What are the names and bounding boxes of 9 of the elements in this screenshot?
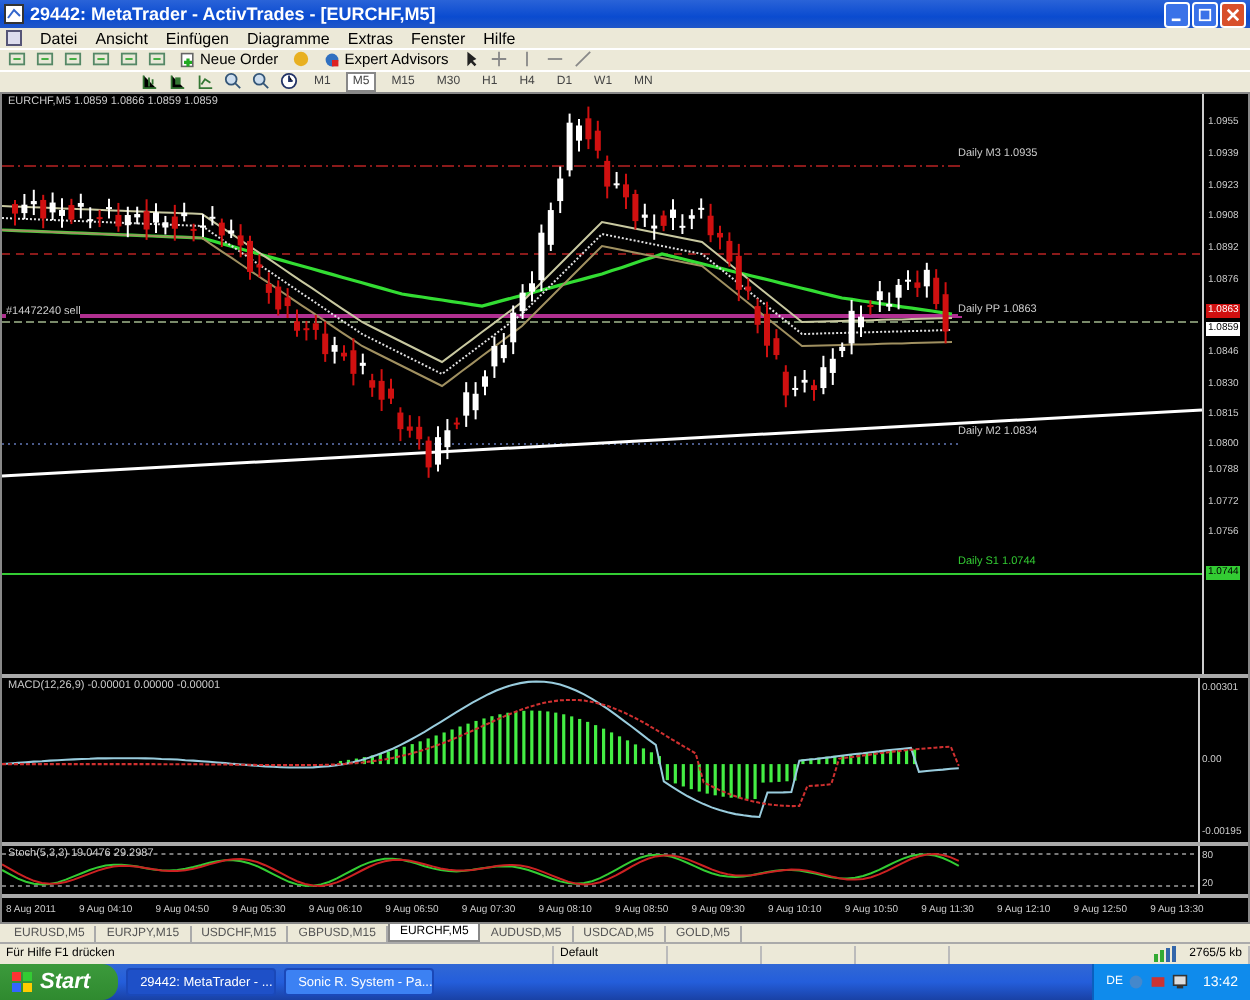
menu-item[interactable]: Diagramme [247, 29, 330, 47]
menu-item[interactable]: Einfügen [165, 29, 230, 47]
menu-item[interactable]: Ansicht [95, 29, 148, 47]
menu-item[interactable]: Fenster [411, 29, 466, 47]
window-title: 29442: MetaTrader - ActivTrades - [EURCHF,M5] [30, 4, 438, 25]
menu-item[interactable]: Datei [40, 29, 78, 47]
start-button[interactable]: Start [0, 964, 119, 1000]
menu-item[interactable]: Extras [347, 29, 394, 47]
menu-item[interactable]: Hilfe [483, 29, 516, 47]
